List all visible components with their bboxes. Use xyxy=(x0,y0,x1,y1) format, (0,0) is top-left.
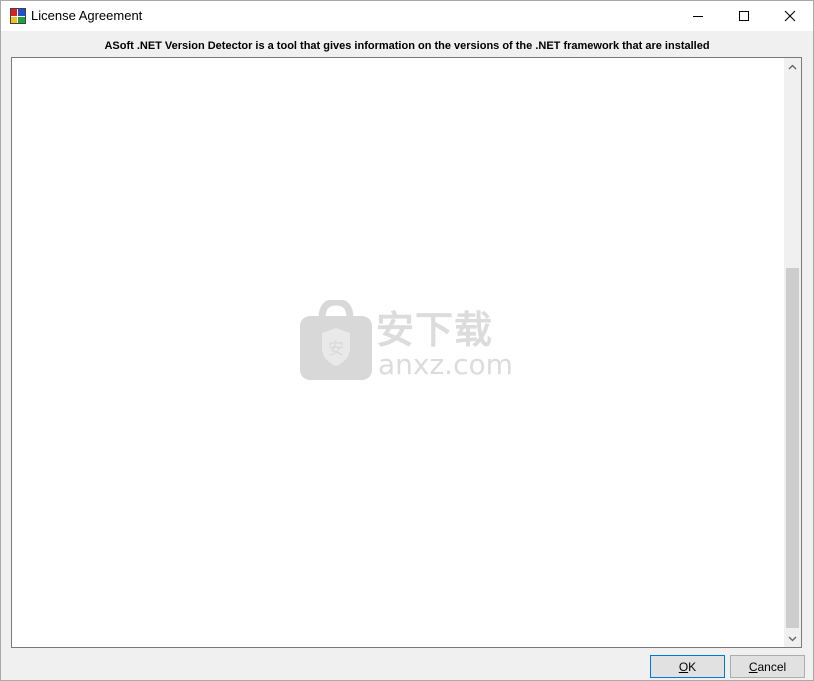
watermark-cn-text: 安下载 xyxy=(376,308,494,352)
license-agreement-window: License Agreement ASoft .NET Version Det… xyxy=(0,0,814,681)
minimize-icon xyxy=(693,16,703,17)
watermark: 安 安下载 anxz.com xyxy=(300,300,530,390)
cancel-button-label: Cancel xyxy=(748,659,787,674)
scroll-up-button[interactable] xyxy=(784,58,801,75)
chevron-up-icon xyxy=(788,64,797,69)
ok-button[interactable]: OK xyxy=(650,655,725,678)
cancel-button[interactable]: Cancel xyxy=(730,655,805,678)
vertical-scrollbar[interactable] xyxy=(784,58,801,647)
product-description: ASoft .NET Version Detector is a tool th… xyxy=(104,40,710,52)
watermark-en-text: anxz.com xyxy=(378,348,513,381)
scroll-down-button[interactable] xyxy=(784,630,801,647)
svg-text:安: 安 xyxy=(328,339,344,358)
minimize-button[interactable] xyxy=(675,1,721,31)
window-title: License Agreement xyxy=(31,8,143,23)
license-text-area[interactable]: 安 安下载 anxz.com xyxy=(11,57,802,648)
title-bar[interactable]: License Agreement xyxy=(1,1,813,31)
chevron-down-icon xyxy=(788,636,797,641)
app-icon xyxy=(10,8,26,24)
close-button[interactable] xyxy=(767,1,813,31)
close-icon xyxy=(784,10,796,22)
scrollbar-thumb[interactable] xyxy=(786,268,799,628)
shield-icon: 安 xyxy=(300,300,372,380)
maximize-button[interactable] xyxy=(721,1,767,31)
ok-button-label: OK xyxy=(678,659,697,674)
maximize-icon xyxy=(739,11,749,21)
